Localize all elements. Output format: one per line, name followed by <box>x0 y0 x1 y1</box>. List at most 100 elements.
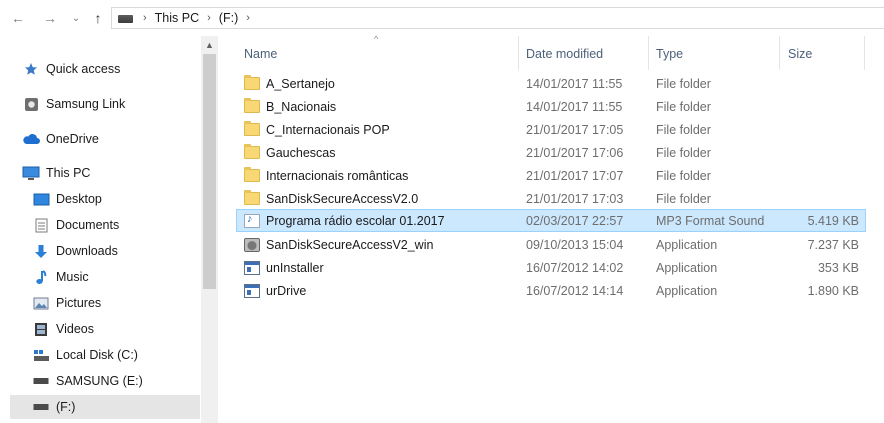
pictures-icon <box>32 295 50 311</box>
chevron-down-icon: ⌄ <box>71 12 81 24</box>
column-divider[interactable] <box>864 36 865 70</box>
computer-icon <box>22 165 40 181</box>
column-header-name[interactable]: Name <box>244 44 277 64</box>
file-name: unInstaller <box>266 260 324 275</box>
back-button[interactable]: ← <box>10 9 26 27</box>
sidebar-item-onedrive[interactable]: OneDrive <box>22 127 222 151</box>
file-type: File folder <box>656 122 711 137</box>
file-row[interactable]: SanDiskSecureAccessV2.0 21/01/2017 17:03… <box>236 187 866 210</box>
application-icon <box>244 283 260 298</box>
file-size <box>781 95 859 118</box>
sidebar-item-drive-f[interactable]: (F:) <box>10 395 200 419</box>
file-row-selected[interactable]: ♪ Programa rádio escolar 01.2017 02/03/20… <box>236 209 866 232</box>
folder-icon <box>244 98 260 113</box>
file-name: urDrive <box>266 283 307 298</box>
forward-button[interactable]: → <box>42 9 58 27</box>
column-header-row: ^ Name Date modified Type Size <box>236 34 866 70</box>
breadcrumb-separator[interactable]: › <box>207 12 211 24</box>
file-row[interactable]: A_Sertanejo 14/01/2017 11:55 File folder <box>236 72 866 95</box>
file-type: File folder <box>656 168 711 183</box>
file-date: 21/01/2017 17:07 <box>526 168 624 183</box>
folder-icon <box>244 167 260 182</box>
file-row[interactable]: unInstaller 16/07/2012 14:02 Application… <box>236 256 866 279</box>
sidebar-item-label: Documents <box>56 218 120 232</box>
sandisk-app-icon <box>244 237 260 252</box>
column-divider[interactable] <box>648 36 649 70</box>
column-header-size[interactable]: Size <box>788 44 812 64</box>
sidebar-item-label: Desktop <box>56 192 102 206</box>
column-header-date-modified[interactable]: Date modified <box>526 44 603 64</box>
forward-arrow-icon: → <box>43 10 57 26</box>
file-name: Programa rádio escolar 01.2017 <box>266 213 445 228</box>
drive-icon <box>118 15 133 23</box>
file-size <box>781 118 859 141</box>
folder-icon <box>244 75 260 90</box>
folder-icon <box>244 121 260 136</box>
file-date: 21/01/2017 17:05 <box>526 122 624 137</box>
file-row[interactable]: Internacionais românticas 21/01/2017 17:… <box>236 164 866 187</box>
scrollbar-thumb[interactable] <box>203 54 216 289</box>
file-row[interactable]: Gauchescas 21/01/2017 17:06 File folder <box>236 141 866 164</box>
address-bar[interactable]: › This PC › (F:) › <box>111 7 884 29</box>
breadcrumb-this-pc[interactable]: This PC <box>155 11 199 25</box>
download-icon <box>32 243 50 259</box>
breadcrumb-drive-f[interactable]: (F:) <box>219 11 238 25</box>
file-size <box>781 187 859 210</box>
file-date: 16/07/2012 14:02 <box>526 260 624 275</box>
folder-icon <box>244 144 260 159</box>
file-name: Gauchescas <box>266 145 336 160</box>
videos-icon <box>32 321 50 337</box>
drive-icon <box>32 373 50 389</box>
sidebar-item-label: Samsung Link <box>46 97 126 111</box>
file-date: 14/01/2017 11:55 <box>526 76 623 91</box>
up-button[interactable]: ↑ <box>90 9 106 27</box>
file-size: 353 KB <box>817 260 859 275</box>
column-divider[interactable] <box>779 36 780 70</box>
file-name: SanDiskSecureAccessV2_win <box>266 237 434 252</box>
file-type: File folder <box>656 76 711 91</box>
file-row[interactable]: B_Nacionais 14/01/2017 11:55 File folder <box>236 95 866 118</box>
file-name: B_Nacionais <box>266 99 337 114</box>
sidebar-item-label: Pictures <box>56 296 102 310</box>
file-size: 5.419 KB <box>807 213 859 228</box>
file-type: Application <box>656 260 718 275</box>
folder-icon <box>244 190 260 205</box>
file-size <box>781 164 859 187</box>
back-arrow-icon: ← <box>11 10 25 26</box>
sidebar-item-label: Quick access <box>46 62 121 76</box>
drive-icon <box>32 399 50 415</box>
breadcrumb-separator[interactable]: › <box>246 12 250 24</box>
documents-icon <box>32 217 50 233</box>
desktop-icon <box>32 191 50 207</box>
music-icon <box>32 269 50 285</box>
sidebar-item-this-pc[interactable]: This PC <box>22 161 222 185</box>
sidebar-item-label: (F:) <box>56 400 76 414</box>
file-size <box>781 72 859 95</box>
breadcrumb-separator[interactable]: › <box>143 12 147 24</box>
sidebar-item-samsung-link[interactable]: Samsung Link <box>22 92 222 116</box>
file-size: 1.890 KB <box>807 283 859 298</box>
file-date: 16/07/2012 14:14 <box>526 283 624 298</box>
sidebar-item-quick-access[interactable]: Quick access <box>22 57 222 81</box>
file-type: Application <box>656 283 718 298</box>
file-date: 21/01/2017 17:03 <box>526 191 624 206</box>
file-row[interactable]: C_Internacionais POP 21/01/2017 17:05 Fi… <box>236 118 866 141</box>
sidebar-item-label: Videos <box>56 322 94 336</box>
column-divider[interactable] <box>518 36 519 70</box>
up-arrow-icon: ↑ <box>94 10 102 26</box>
samsung-link-icon <box>22 96 40 112</box>
file-row[interactable]: SanDiskSecureAccessV2_win 09/10/2013 15:… <box>236 233 866 256</box>
file-type: File folder <box>656 145 711 160</box>
file-row[interactable]: urDrive 16/07/2012 14:14 Application 1.8… <box>236 279 866 302</box>
scroll-up-icon[interactable]: ▲ <box>201 38 218 52</box>
recent-locations-button[interactable]: ⌄ <box>68 9 84 27</box>
navigation-pane-scrollbar[interactable]: ▲ <box>201 36 218 423</box>
file-type: File folder <box>656 99 711 114</box>
sort-ascending-icon: ^ <box>374 34 379 44</box>
navigation-pane: Quick access Samsung Link OneDrive This … <box>0 36 220 423</box>
sidebar-item-label: OneDrive <box>46 132 99 146</box>
column-header-type[interactable]: Type <box>656 44 683 64</box>
navigation-bar: ← → ⌄ ↑ › This PC › (F:) › <box>0 0 884 36</box>
file-size <box>781 141 859 164</box>
file-date: 21/01/2017 17:06 <box>526 145 624 160</box>
